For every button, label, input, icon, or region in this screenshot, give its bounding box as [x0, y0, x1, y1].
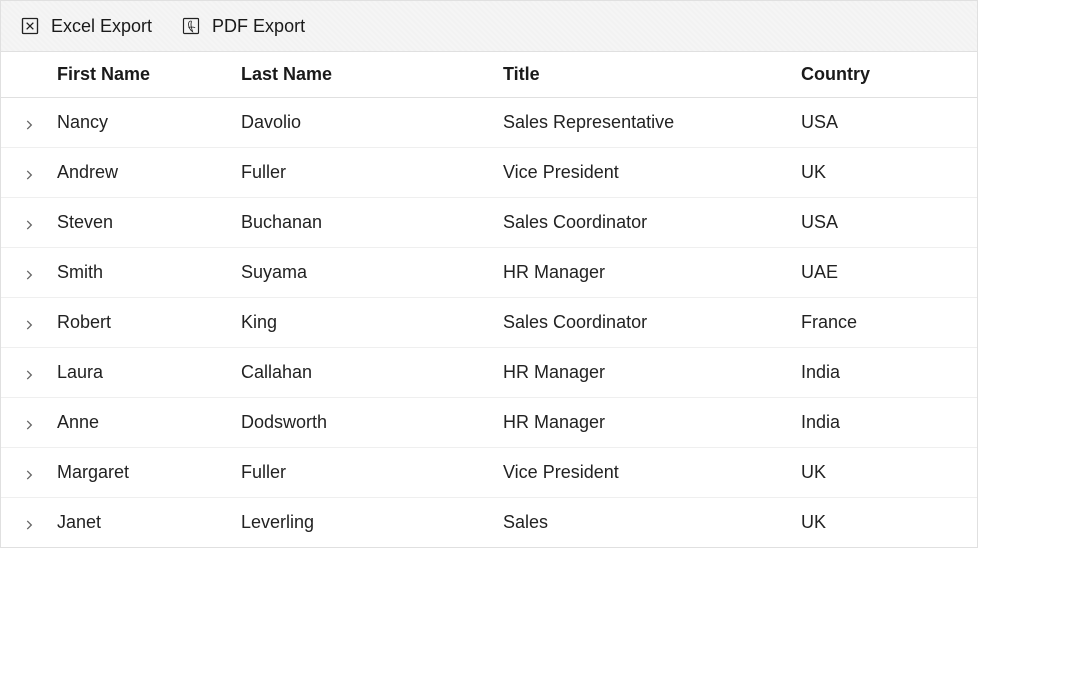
- chevron-right-icon[interactable]: [22, 316, 36, 330]
- grid-header: First Name Last Name Title Country: [1, 52, 977, 98]
- excel-export-label: Excel Export: [51, 16, 152, 37]
- cell-last-name: Suyama: [241, 262, 503, 283]
- cell-country: USA: [801, 112, 977, 133]
- cell-country: India: [801, 362, 977, 383]
- cell-last-name: Buchanan: [241, 212, 503, 233]
- cell-first-name: Janet: [57, 512, 241, 533]
- cell-first-name: Smith: [57, 262, 241, 283]
- chevron-right-icon[interactable]: [22, 466, 36, 480]
- cell-title: Vice President: [503, 462, 801, 483]
- cell-first-name: Andrew: [57, 162, 241, 183]
- cell-title: HR Manager: [503, 262, 801, 283]
- cell-first-name: Nancy: [57, 112, 241, 133]
- pdf-export-label: PDF Export: [212, 16, 305, 37]
- table-row: AndrewFullerVice PresidentUK: [1, 148, 977, 198]
- header-last-name[interactable]: Last Name: [241, 64, 503, 85]
- grid-body: NancyDavolioSales RepresentativeUSAAndre…: [1, 98, 977, 547]
- cell-title: Sales Coordinator: [503, 312, 801, 333]
- table-row: SmithSuyamaHR ManagerUAE: [1, 248, 977, 298]
- grid-container: Excel Export PDF Export First Name Last …: [0, 0, 978, 548]
- cell-title: Vice President: [503, 162, 801, 183]
- cell-title: Sales Representative: [503, 112, 801, 133]
- cell-last-name: King: [241, 312, 503, 333]
- expand-cell: [1, 266, 57, 280]
- table-row: NancyDavolioSales RepresentativeUSA: [1, 98, 977, 148]
- cell-country: India: [801, 412, 977, 433]
- cell-title: Sales: [503, 512, 801, 533]
- expand-cell: [1, 216, 57, 230]
- cell-country: USA: [801, 212, 977, 233]
- cell-last-name: Callahan: [241, 362, 503, 383]
- table-row: JanetLeverlingSalesUK: [1, 498, 977, 547]
- cell-last-name: Davolio: [241, 112, 503, 133]
- expand-cell: [1, 166, 57, 180]
- expand-cell: [1, 366, 57, 380]
- cell-country: UAE: [801, 262, 977, 283]
- table-row: LauraCallahanHR ManagerIndia: [1, 348, 977, 398]
- cell-country: UK: [801, 162, 977, 183]
- chevron-right-icon[interactable]: [22, 416, 36, 430]
- cell-first-name: Anne: [57, 412, 241, 433]
- cell-title: Sales Coordinator: [503, 212, 801, 233]
- table-row: RobertKingSales CoordinatorFrance: [1, 298, 977, 348]
- excel-export-button[interactable]: Excel Export: [19, 11, 152, 41]
- chevron-right-icon[interactable]: [22, 216, 36, 230]
- toolbar: Excel Export PDF Export: [1, 1, 977, 52]
- chevron-right-icon[interactable]: [22, 366, 36, 380]
- cell-first-name: Steven: [57, 212, 241, 233]
- expand-cell: [1, 316, 57, 330]
- cell-country: UK: [801, 512, 977, 533]
- cell-country: UK: [801, 462, 977, 483]
- expand-cell: [1, 516, 57, 530]
- cell-title: HR Manager: [503, 412, 801, 433]
- pdf-export-button[interactable]: PDF Export: [180, 11, 305, 41]
- excel-icon: [19, 15, 41, 37]
- header-country[interactable]: Country: [801, 64, 977, 85]
- cell-last-name: Leverling: [241, 512, 503, 533]
- chevron-right-icon[interactable]: [22, 516, 36, 530]
- cell-first-name: Laura: [57, 362, 241, 383]
- header-title[interactable]: Title: [503, 64, 801, 85]
- table-row: AnneDodsworthHR ManagerIndia: [1, 398, 977, 448]
- cell-first-name: Margaret: [57, 462, 241, 483]
- cell-last-name: Fuller: [241, 162, 503, 183]
- expand-cell: [1, 466, 57, 480]
- header-first-name[interactable]: First Name: [57, 64, 241, 85]
- chevron-right-icon[interactable]: [22, 166, 36, 180]
- cell-first-name: Robert: [57, 312, 241, 333]
- cell-country: France: [801, 312, 977, 333]
- cell-last-name: Dodsworth: [241, 412, 503, 433]
- pdf-icon: [180, 15, 202, 37]
- chevron-right-icon[interactable]: [22, 116, 36, 130]
- cell-title: HR Manager: [503, 362, 801, 383]
- table-row: StevenBuchananSales CoordinatorUSA: [1, 198, 977, 248]
- cell-last-name: Fuller: [241, 462, 503, 483]
- expand-cell: [1, 416, 57, 430]
- expand-cell: [1, 116, 57, 130]
- chevron-right-icon[interactable]: [22, 266, 36, 280]
- table-row: MargaretFullerVice PresidentUK: [1, 448, 977, 498]
